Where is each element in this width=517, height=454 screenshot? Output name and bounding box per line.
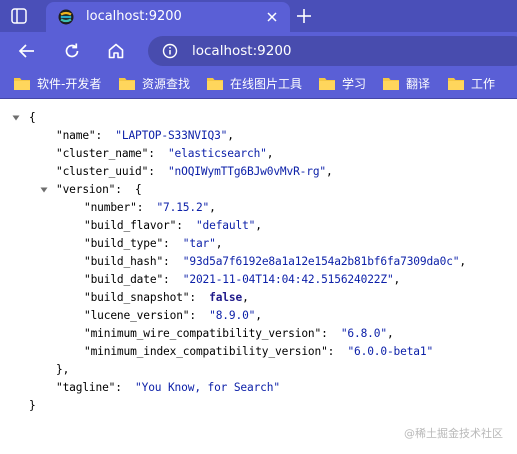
folder-icon	[383, 78, 399, 90]
folder-icon	[207, 78, 223, 90]
watermark: @稀土掘金技术社区	[404, 427, 503, 440]
folder-icon	[14, 78, 30, 90]
site-info-icon[interactable]	[162, 43, 178, 59]
json-close-brace: }	[29, 399, 36, 412]
json-line-build-hash: "build_hash": "93d5a7f6192e8a1a12e154a2b…	[84, 255, 466, 268]
folder-icon	[448, 78, 464, 90]
json-line-version: "version": {	[56, 183, 142, 196]
json-viewer: { "name": "LAPTOP-S33NVIQ3", "cluster_na…	[0, 100, 517, 454]
home-icon[interactable]	[106, 41, 126, 61]
folder-icon	[119, 78, 135, 90]
json-line-cluster-uuid: "cluster_uuid": "nOQIWymTTg6BJw0vMvR-rg"…	[56, 165, 333, 178]
address-bar[interactable]: localhost:9200	[148, 36, 517, 66]
json-line-lucene-version: "lucene_version": "8.9.0",	[84, 309, 262, 322]
json-line-name: "name": "LAPTOP-S33NVIQ3",	[56, 129, 234, 142]
url-text[interactable]: localhost:9200	[192, 42, 292, 60]
bookmark-label: 工作	[471, 77, 496, 91]
json-version-close: },	[56, 363, 70, 376]
collapse-toggle-icon[interactable]	[12, 114, 20, 122]
json-line-build-snapshot: "build_snapshot": false,	[84, 291, 249, 304]
json-line-build-date: "build_date": "2021-11-04T14:04:42.51562…	[84, 273, 401, 286]
json-line-tagline: "tagline": "You Know, for Search"	[56, 381, 280, 394]
json-line-min-wire-version: "minimum_wire_compatibility_version": "6…	[84, 327, 394, 340]
active-tab[interactable]: localhost:9200	[46, 2, 290, 32]
bookmark-label: 软件-开发者	[37, 77, 102, 91]
json-line-min-index-version: "minimum_index_compatibility_version": "…	[84, 345, 434, 358]
back-arrow-icon[interactable]	[17, 41, 37, 61]
sidebar-toggle-icon[interactable]	[10, 7, 28, 25]
bookmark-label: 学习	[342, 77, 367, 91]
folder-icon	[319, 78, 335, 90]
bookmark-label: 资源查找	[142, 77, 191, 91]
bookmarks-bar: 软件-开发者 资源查找 在线图片工具 学习 翻译 工作	[0, 70, 517, 99]
json-open-brace: {	[29, 111, 36, 124]
json-line-number: "number": "7.15.2",	[84, 201, 216, 214]
json-line-cluster-name: "cluster_name": "elasticsearch",	[56, 147, 274, 160]
close-tab-icon[interactable]	[265, 10, 279, 24]
json-line-build-type: "build_type": "tar",	[84, 237, 223, 250]
bookmark-label: 翻译	[406, 77, 431, 91]
reload-icon[interactable]	[62, 41, 82, 61]
json-line-build-flavor: "build_flavor": "default",	[84, 219, 262, 232]
bookmark-label: 在线图片工具	[230, 77, 303, 91]
collapse-toggle-icon[interactable]	[40, 186, 48, 194]
new-tab-icon[interactable]	[294, 6, 314, 26]
elastic-favicon-icon	[58, 9, 74, 25]
tab-title: localhost:9200	[86, 9, 182, 24]
tab-bar: localhost:9200	[0, 0, 517, 32]
